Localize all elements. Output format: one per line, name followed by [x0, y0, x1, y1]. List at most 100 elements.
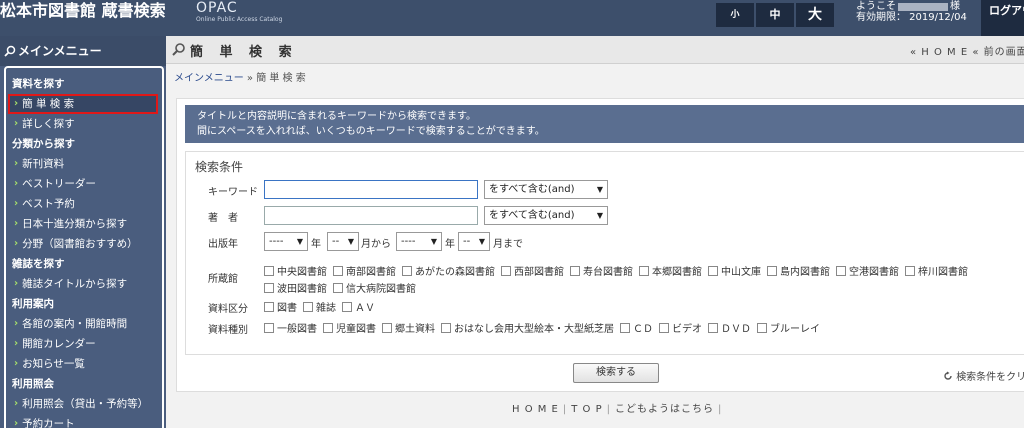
material-class-checkbox-label: 雑誌 [316, 303, 336, 314]
footer-kids-link[interactable]: こどもようはこちら [615, 404, 714, 415]
material-type-checkbox[interactable]: 児童図書 [323, 320, 376, 335]
sidebar-item-advanced-search[interactable]: › 詳しく探す [6, 114, 162, 134]
sidebar-item-ndc[interactable]: › 日本十進分類から探す [6, 214, 162, 234]
material-class-checkbox[interactable]: ＡＶ [342, 299, 375, 314]
library-checkbox[interactable]: 波田図書館 [264, 280, 327, 295]
breadcrumb-main-menu[interactable]: メインメニュー [174, 73, 244, 84]
sidebar-item-news[interactable]: › お知らせ一覧 [6, 354, 162, 374]
chevron-right-icon: › [14, 198, 19, 209]
checkbox-box[interactable] [708, 322, 718, 333]
library-checkbox[interactable]: 中央図書館 [264, 263, 327, 278]
checkbox-box[interactable] [303, 301, 313, 312]
library-checkbox[interactable]: 寿台図書館 [570, 263, 633, 278]
checkbox-box[interactable] [333, 265, 343, 276]
checkbox-box[interactable] [333, 282, 343, 293]
footer-separator: | [606, 404, 611, 415]
sidebar-item-hours[interactable]: › 各館の案内・開館時間 [6, 314, 162, 334]
checkbox-box[interactable] [501, 265, 511, 276]
checkbox-box[interactable] [570, 265, 580, 276]
checkbox-box[interactable] [836, 265, 846, 276]
checkbox-box[interactable] [620, 322, 630, 333]
month-to-select[interactable]: -- ▼ [458, 232, 490, 251]
author-input[interactable] [264, 206, 478, 225]
checkbox-box[interactable] [264, 322, 274, 333]
material-type-checkbox[interactable]: 郷土資料 [382, 320, 435, 335]
material-class-checkbox[interactable]: 図書 [264, 299, 297, 314]
material-type-checkbox[interactable]: ＣＤ [620, 320, 653, 335]
sidebar-item-reserve-cart[interactable]: › 予約カート [6, 414, 162, 428]
checkbox-box[interactable] [382, 322, 392, 333]
sidebar-item-new-arrivals[interactable]: › 新刊資料 [6, 154, 162, 174]
sidebar-item-best-reserve[interactable]: › ベスト予約 [6, 194, 162, 214]
font-small-button[interactable]: 小 [716, 3, 754, 27]
chevron-right-icon: › [14, 238, 19, 249]
library-checkbox[interactable]: 梓川図書館 [905, 263, 968, 278]
checkbox-box[interactable] [639, 265, 649, 276]
checkbox-box[interactable] [757, 322, 767, 333]
top-nav-links[interactable]: « H O M E « 前の画面に [910, 43, 1024, 58]
conditions-title: 検索条件 [195, 160, 244, 174]
author-match-select[interactable]: をすべて含む(and) ▼ [484, 206, 608, 225]
sidebar-item-best-reader[interactable]: › ベストリーダー [6, 174, 162, 194]
sidebar-item-calendar[interactable]: › 開館カレンダー [6, 334, 162, 354]
checkbox-box[interactable] [708, 265, 718, 276]
year-from-select[interactable]: ---- ▼ [264, 232, 308, 251]
sidebar-item-label: 新刊資料 [22, 158, 65, 170]
material-class-checkbox-label: ＡＶ [355, 303, 375, 314]
month-from-select[interactable]: -- ▼ [327, 232, 359, 251]
material-type-checkbox[interactable]: ブルーレイ [757, 320, 820, 335]
library-checkbox[interactable]: 南部図書館 [333, 263, 396, 278]
material-class-checkbox[interactable]: 雑誌 [303, 299, 336, 314]
keyword-match-select[interactable]: をすべて含む(and) ▼ [484, 180, 608, 199]
opac-subtitle: Online Public Access Catalog [196, 16, 283, 23]
dropdown-arrow-icon: ▼ [478, 237, 485, 246]
year-to-select[interactable]: ---- ▼ [396, 232, 442, 251]
keyword-input[interactable] [264, 180, 478, 199]
logout-button[interactable]: ログアウト [981, 0, 1024, 36]
checkbox-box[interactable] [905, 265, 915, 276]
checkbox-box[interactable] [264, 265, 274, 276]
library-checkbox[interactable]: あがたの森図書館 [402, 263, 495, 278]
material-type-checkbox[interactable]: 一般図書 [264, 320, 317, 335]
footer-home-link[interactable]: H O M E [512, 404, 559, 415]
library-checkbox-label: 空港図書館 [849, 267, 899, 278]
material-type-checkbox[interactable]: ビデオ [659, 320, 702, 335]
library-checkbox-label: 中央図書館 [277, 267, 327, 278]
library-checkbox[interactable]: 中山文庫 [708, 263, 761, 278]
footer-top-link[interactable]: T O P [571, 404, 602, 415]
checkbox-box[interactable] [402, 265, 412, 276]
breadcrumb-current: 簡 単 検 索 [256, 73, 306, 84]
font-size-switcher: 小 中 大 [716, 3, 834, 27]
search-notice: タイトルと内容説明に含まれるキーワードから検索できます。 間にスペースを入れれば… [185, 105, 1024, 143]
material-type-checkbox[interactable]: おはなし会用大型絵本・大型紙芝居 [441, 320, 614, 335]
sidebar-item-label: 簡 単 検 索 [22, 98, 75, 110]
sidebar-item-simple-search[interactable]: › 簡 単 検 索 [8, 94, 158, 114]
checkbox-box[interactable] [264, 282, 274, 293]
sidebar-item-magazine-title[interactable]: › 雑誌タイトルから探す [6, 274, 162, 294]
year-from-unit: 年 [311, 239, 321, 250]
library-checkbox[interactable]: 空港図書館 [836, 263, 899, 278]
checkbox-box[interactable] [659, 322, 669, 333]
notice-line-1: タイトルと内容説明に含まれるキーワードから検索できます。 [197, 111, 476, 122]
checkbox-box[interactable] [767, 265, 777, 276]
font-medium-button[interactable]: 中 [756, 3, 794, 27]
breadcrumb-separator: » [243, 73, 257, 84]
breadcrumb: メインメニュー » 簡 単 検 索 [174, 69, 306, 84]
sidebar-item-label: お知らせ一覧 [22, 358, 85, 370]
checkbox-box[interactable] [342, 301, 352, 312]
header: 松本市図書館 蔵書検索 OPAC Online Public Access Ca… [0, 0, 1024, 36]
search-button[interactable]: 検索する [573, 363, 659, 383]
library-checkbox[interactable]: 島内図書館 [767, 263, 830, 278]
sidebar-item-usage-inquiry[interactable]: › 利用照会（貸出・予約等） [6, 394, 162, 414]
library-checkbox[interactable]: 西部図書館 [501, 263, 564, 278]
library-checkbox[interactable]: 信大病院図書館 [333, 280, 416, 295]
checkbox-box[interactable] [323, 322, 333, 333]
sidebar-item-field[interactable]: › 分野（図書館おすすめ） [6, 234, 162, 254]
material-type-checkbox[interactable]: ＤＶＤ [708, 320, 751, 335]
clear-conditions-label: 検索条件をクリア [956, 372, 1024, 383]
checkbox-box[interactable] [441, 322, 451, 333]
font-large-button[interactable]: 大 [796, 3, 834, 27]
checkbox-box[interactable] [264, 301, 274, 312]
clear-conditions-link[interactable]: 検索条件をクリア [943, 368, 1024, 383]
library-checkbox[interactable]: 本郷図書館 [639, 263, 702, 278]
